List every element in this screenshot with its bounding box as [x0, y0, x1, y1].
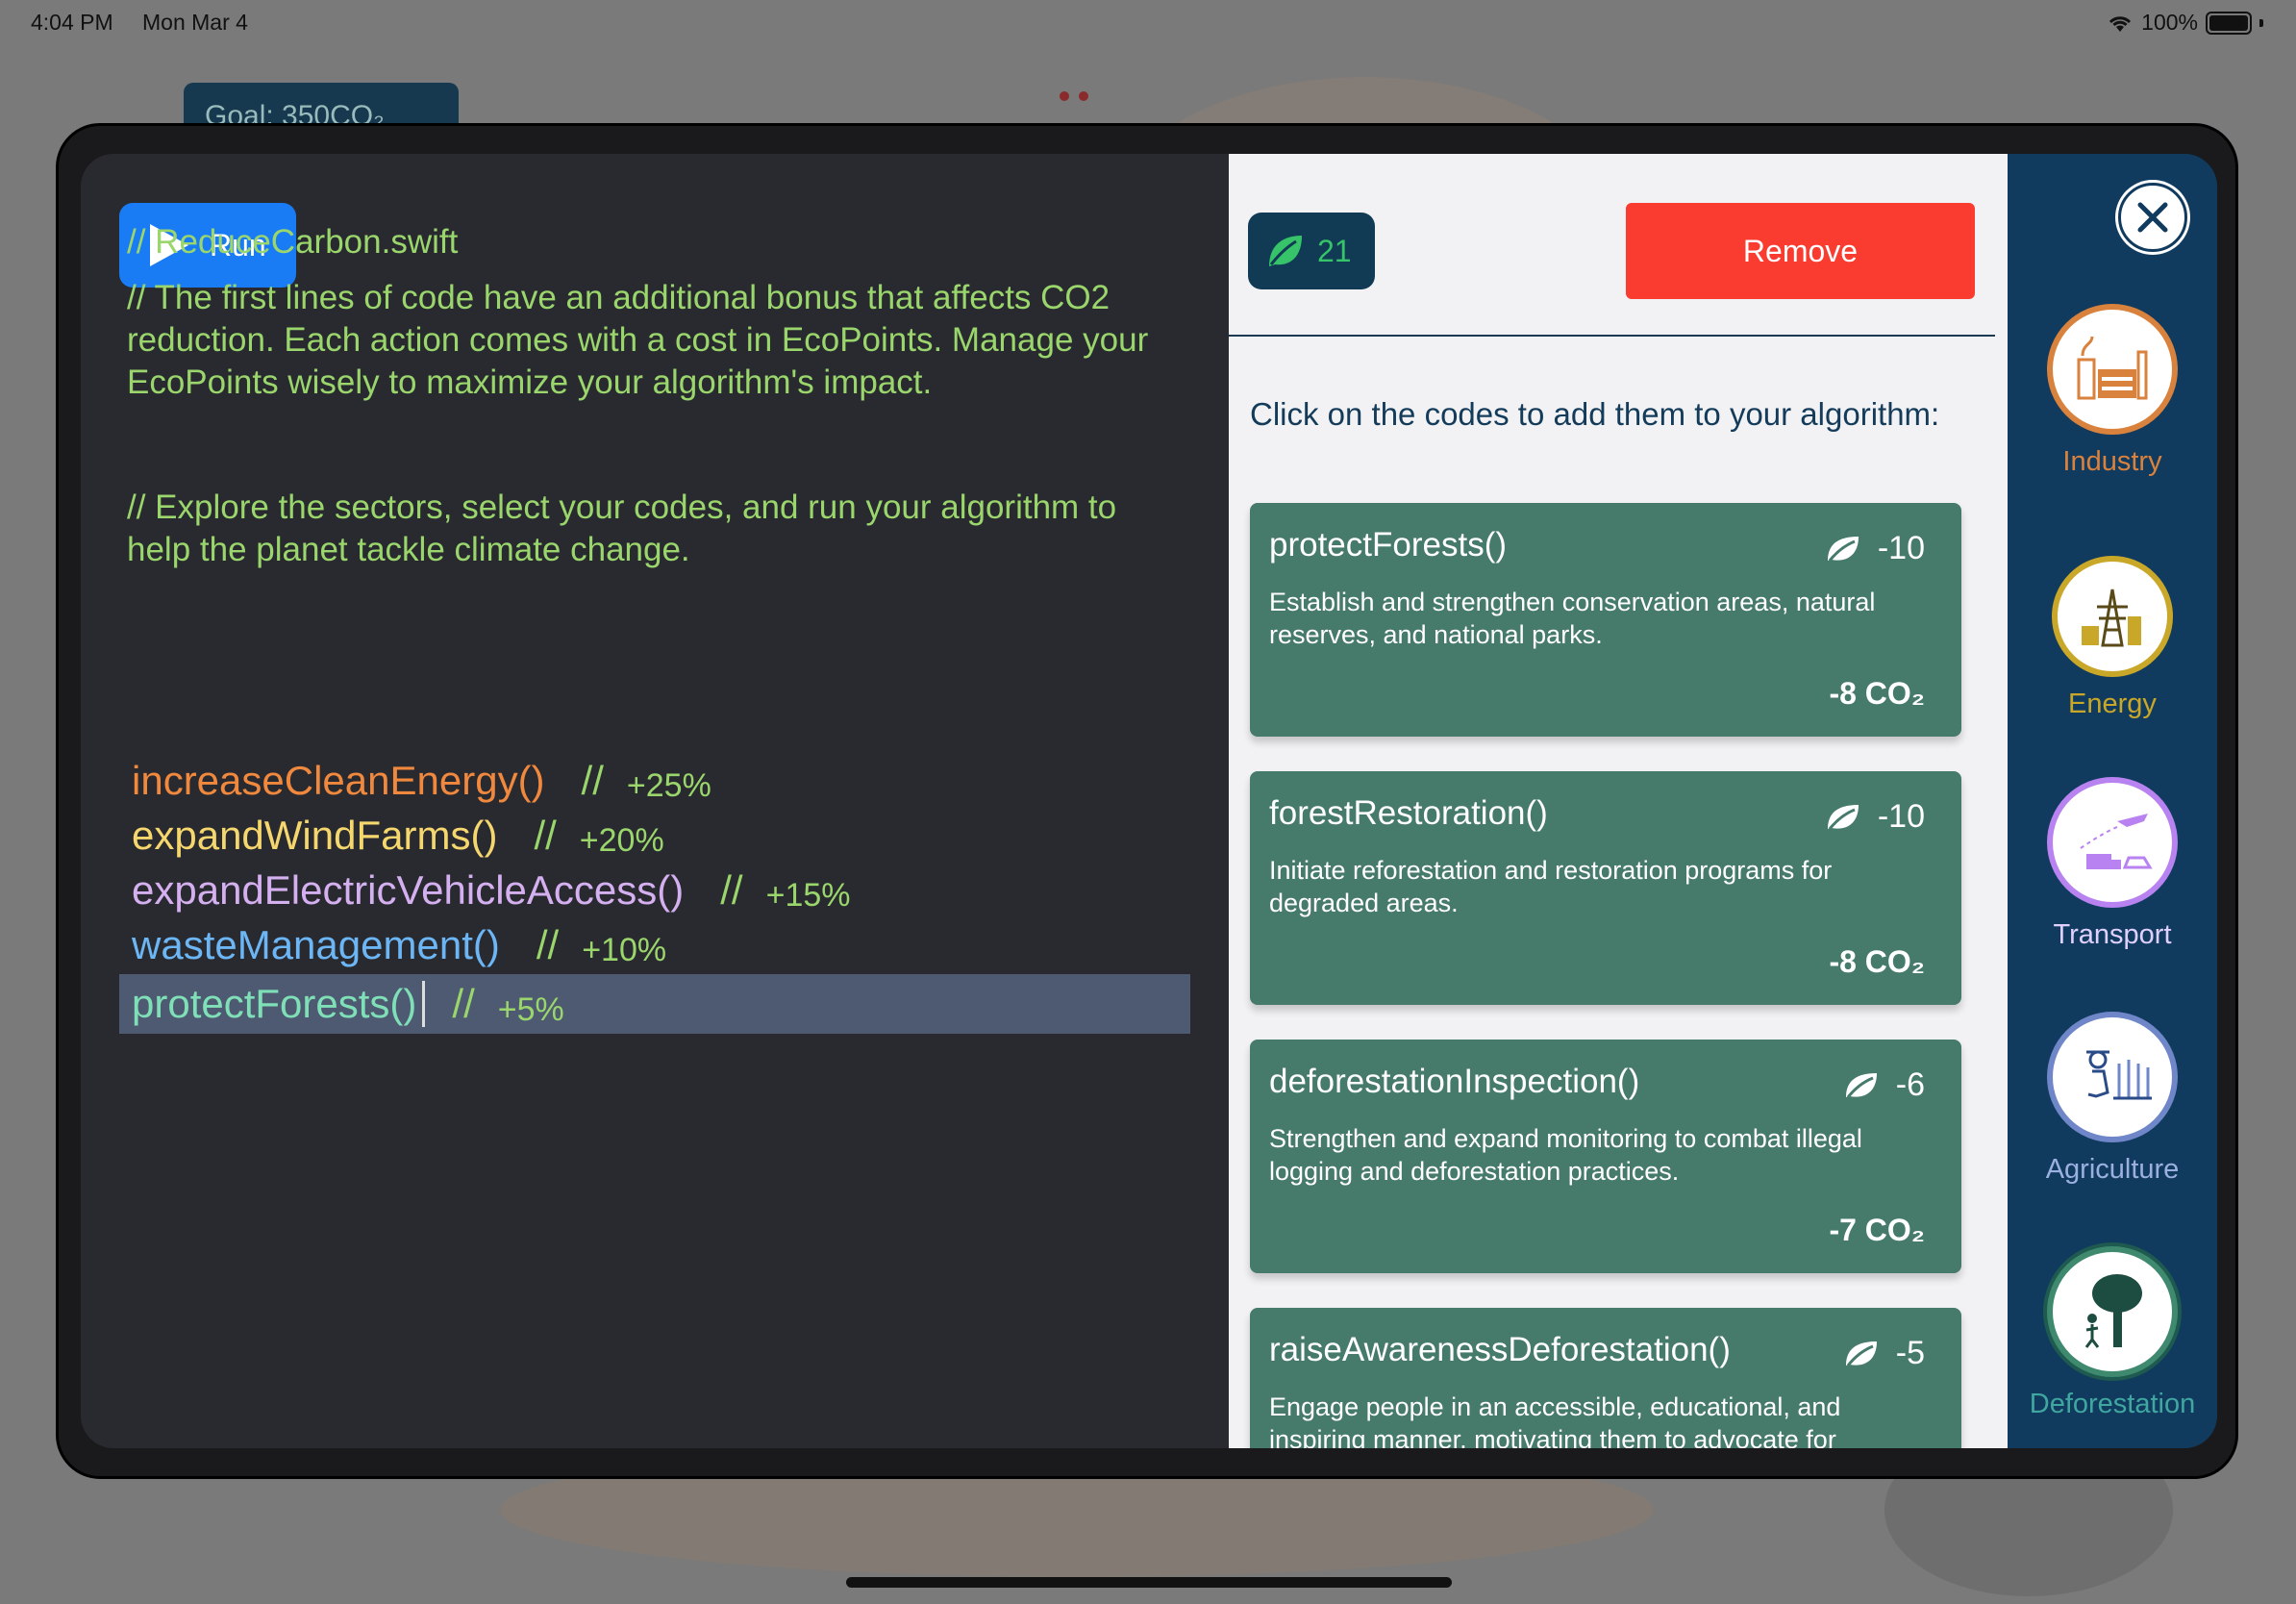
card-co2: -8 CO₂ — [1829, 944, 1925, 979]
close-icon — [2137, 202, 2168, 233]
code-card[interactable]: deforestationInspection() -6 Strengthen … — [1250, 1040, 1961, 1273]
sector-label: Industry — [2062, 446, 2162, 477]
card-function-name: raiseAwarenessDeforestation() — [1269, 1331, 1731, 1368]
code-comment: // ReduceCarbon.swift — [127, 223, 459, 261]
card-function-name: deforestationInspection() — [1269, 1063, 1640, 1100]
card-cost: -10 — [1824, 530, 1925, 567]
instruction-text: Click on the codes to add them to your a… — [1250, 396, 1940, 432]
code-line[interactable]: increaseCleanEnergy() // +25% — [119, 753, 1190, 808]
sector-label: Agriculture — [2045, 1154, 2180, 1185]
sector-label: Energy — [2068, 689, 2157, 719]
code-card-list: protectForests() -10 Establish and stren… — [1250, 503, 1961, 1448]
code-line-selected[interactable]: protectForests() // +5% — [119, 974, 1190, 1034]
home-indicator — [846, 1577, 1452, 1588]
leaf-icon — [1827, 804, 1859, 830]
sector-sidebar: Industry Energy Transport Agriculture De… — [2008, 154, 2217, 1448]
code-editor-panel: Run // ReduceCarbon.swift // The first l… — [81, 154, 1229, 1448]
sector-deforestation[interactable]: Deforestation — [2008, 1246, 2217, 1420]
code-function: wasteManagement() — [132, 921, 500, 967]
leaf-icon — [1845, 1341, 1877, 1366]
leaf-icon — [1827, 536, 1859, 562]
leaf-icon — [1845, 1072, 1877, 1098]
battery-percent: 100% — [2141, 10, 2198, 35]
card-cost: -6 — [1842, 1066, 1925, 1104]
sector-label: Transport — [2053, 919, 2172, 950]
remove-button[interactable]: Remove — [1626, 203, 1975, 299]
close-button[interactable] — [2118, 183, 2187, 252]
bonus-percent: +15% — [765, 877, 851, 914]
battery-icon — [2206, 11, 2252, 35]
status-time: 4:04 PM — [31, 10, 113, 35]
status-date: Mon Mar 4 — [142, 10, 248, 35]
sector-label: Deforestation — [2029, 1389, 2196, 1419]
code-function: expandWindFarms() — [132, 812, 498, 858]
code-function: increaseCleanEnergy() — [132, 757, 545, 803]
sector-industry[interactable]: Industry — [2008, 304, 2217, 478]
text-cursor — [422, 981, 426, 1027]
card-cost: -5 — [1842, 1335, 1925, 1372]
card-co2: -7 CO₂ — [1829, 1213, 1925, 1247]
power-plant-icon — [2082, 589, 2141, 647]
bonus-percent: +10% — [582, 932, 667, 968]
code-comment: // Explore the sectors, select your code… — [127, 489, 1117, 568]
page-dots — [1060, 91, 1088, 101]
card-description: Engage people in an accessible, educatio… — [1269, 1392, 1841, 1448]
eco-points-value: 21 — [1317, 233, 1352, 268]
bonus-percent: +25% — [626, 767, 711, 804]
status-right: 100% — [2107, 10, 2263, 36]
sector-transport[interactable]: Transport — [2008, 777, 2217, 951]
transport-icon — [2080, 814, 2153, 869]
sector-energy[interactable]: Energy — [2008, 556, 2217, 720]
bonus-percent: +5% — [497, 990, 564, 1028]
code-line[interactable]: expandElectricVehicleAccess() // +15% — [119, 863, 1190, 917]
leaf-icon — [1269, 236, 1302, 266]
code-card[interactable]: protectForests() -10 Establish and stren… — [1250, 503, 1961, 737]
eco-points-badge: 21 — [1248, 213, 1375, 289]
farmer-icon — [2086, 1050, 2152, 1100]
sector-agriculture[interactable]: Agriculture — [2008, 1012, 2217, 1186]
card-description: Establish and strengthen conservation ar… — [1269, 588, 1876, 649]
card-cost: -10 — [1824, 798, 1925, 836]
factory-icon — [2077, 336, 2148, 400]
card-co2: -8 CO₂ — [1829, 676, 1925, 711]
status-bar: 4:04 PM Mon Mar 4 100% — [0, 10, 2296, 48]
code-function: expandElectricVehicleAccess() — [132, 866, 685, 913]
card-description: Initiate reforestation and restoration p… — [1269, 856, 1833, 917]
card-description: Strengthen and expand monitoring to comb… — [1269, 1124, 1862, 1186]
code-line[interactable]: wasteManagement() // +10% — [119, 917, 1190, 972]
wifi-icon — [2109, 15, 2132, 32]
card-function-name: protectForests() — [1269, 526, 1507, 564]
code-comment: // The first lines of code have an addit… — [127, 279, 1149, 401]
code-library-panel: 21 Remove Click on the codes to add them… — [1229, 154, 2008, 1448]
code-function: protectForests() — [132, 981, 417, 1026]
tree-icon — [2084, 1274, 2142, 1348]
divider — [1229, 335, 1995, 337]
code-card[interactable]: forestRestoration() -10 Initiate refores… — [1250, 771, 1961, 1005]
code-line[interactable]: expandWindFarms() // +20% — [119, 808, 1190, 863]
card-function-name: forestRestoration() — [1269, 794, 1548, 832]
algorithm-lines: increaseCleanEnergy() // +25% expandWind… — [119, 753, 1190, 1034]
bonus-percent: +20% — [579, 822, 664, 859]
code-card[interactable]: raiseAwarenessDeforestation() -5 Engage … — [1250, 1308, 1961, 1448]
